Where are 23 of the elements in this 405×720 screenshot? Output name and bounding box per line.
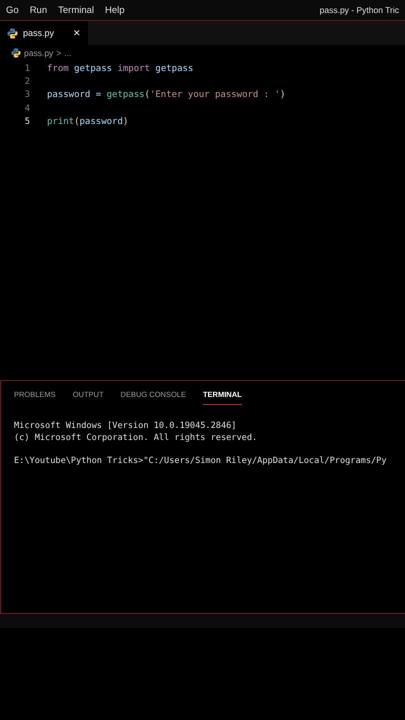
line-number: 3 (24, 90, 30, 100)
breadcrumb-item[interactable]: pass.py (24, 48, 54, 58)
python-file-icon (7, 28, 18, 38)
terminal-line: Microsoft Windows [Version 10.0.19045.2846] (14, 421, 236, 431)
menu-item[interactable]: Help (105, 4, 125, 16)
code-line: password = getpass('Enter your password : ') (47, 90, 286, 100)
breadcrumb-item[interactable]: ... (64, 48, 72, 58)
window-title: pass.py - Python Tric (320, 5, 399, 15)
python-file-icon (11, 48, 21, 58)
editor-tab[interactable]: pass.py ✕ (0, 21, 88, 45)
code-line: from getpass import getpass (47, 64, 194, 74)
close-icon[interactable]: ✕ (73, 28, 82, 38)
terminal-line: E:\Youtube\Python Tricks>"C:/Users/Simon Riley/AppData/Local/Programs/Py (14, 456, 387, 466)
menu-item[interactable]: Go (6, 4, 19, 16)
line-number: 1 (24, 64, 30, 74)
menu-item[interactable]: Terminal (58, 4, 94, 16)
line-number: 2 (24, 77, 30, 88)
line-number: 4 (24, 104, 30, 114)
line-number: 5 (24, 117, 30, 128)
terminal-line: (c) Microsoft Corporation. All rights reserved. (14, 432, 258, 442)
breadcrumb-separator: > (56, 48, 62, 58)
menu-item[interactable]: Run (30, 4, 48, 16)
code-line: print(password) (47, 117, 128, 128)
